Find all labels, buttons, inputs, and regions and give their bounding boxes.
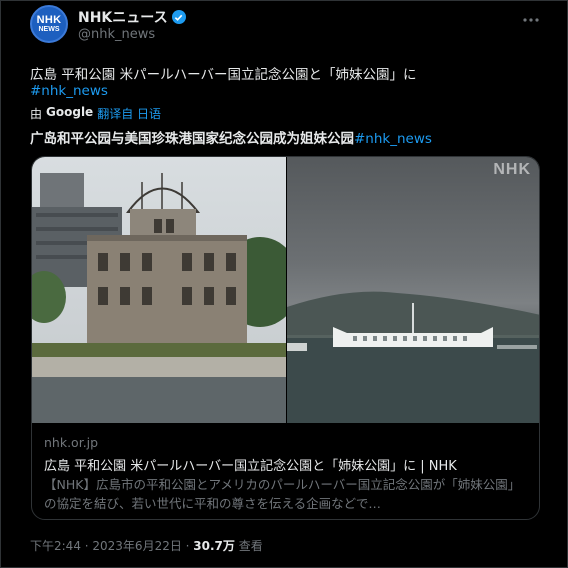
- link-card[interactable]: NHK nhk.or.jp 広島 平和公園 米パールハーバー国立記念公園と「姉妹…: [31, 156, 540, 520]
- timestamp[interactable]: 下午2:44 · 2023年6月22日 ·: [30, 539, 193, 553]
- tweet-text: 広島 平和公園 米パールハーバー国立記念公園と「姉妹公園」に: [30, 67, 417, 83]
- translated-by-prefix: 由: [30, 107, 43, 121]
- google-label: Google: [46, 105, 94, 119]
- translated-from-link[interactable]: 翻译自 日语: [97, 105, 161, 122]
- card-image-uss-arizona-memorial: NHK: [287, 157, 539, 423]
- translated-body: 广岛和平公园与美国珍珠港国家纪念公园成为姐妹公园: [30, 131, 354, 147]
- card-watermark: NHK: [493, 161, 531, 178]
- verified-badge-icon: [171, 10, 186, 24]
- card-domain: nhk.or.jp: [44, 435, 99, 450]
- translated-text: 广岛和平公园与美国珍珠港国家纪念公园成为姐妹公园#nhk_news: [30, 127, 432, 147]
- card-description: 【NHK】広島市の平和公園とアメリカのパールハーバー国立記念公園が「姉妹公園」の…: [44, 477, 521, 511]
- views-count: 30.7万: [193, 539, 235, 553]
- card-image-atomic-bomb-dome: [32, 157, 286, 423]
- avatar[interactable]: NHK NEWS: [30, 5, 68, 43]
- avatar-text-bottom: NEWS: [38, 25, 60, 33]
- translation-attribution: 由 Google 翻译自 日语: [30, 105, 161, 122]
- translated-hashtag-link[interactable]: #nhk_news: [354, 131, 432, 147]
- avatar-text-top: NHK: [36, 13, 62, 26]
- account-name[interactable]: NHKニュース: [78, 7, 168, 27]
- handle[interactable]: @nhk_news: [78, 27, 155, 42]
- hashtag-link[interactable]: #nhk_news: [30, 83, 108, 99]
- views-label: 查看: [234, 539, 263, 553]
- account-name-row[interactable]: NHKニュース: [78, 7, 186, 27]
- card-title[interactable]: 広島 平和公園 米パールハーバー国立記念公園と「姉妹公園」に | NHK: [44, 455, 457, 474]
- more-icon[interactable]: [522, 8, 540, 27]
- tweet-meta: 下午2:44 · 2023年6月22日 · 30.7万 查看: [30, 537, 263, 554]
